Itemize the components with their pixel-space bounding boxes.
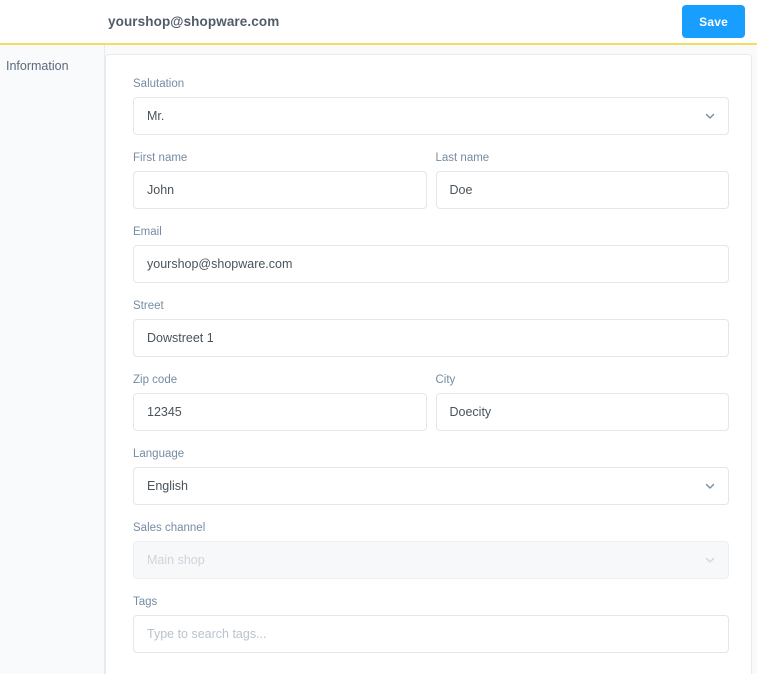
header-actions: Save	[682, 5, 745, 38]
last-name-label: Last name	[435, 152, 490, 164]
field-language: Language English	[133, 447, 729, 505]
admin-page: yourshop@shopware.com Save Information S…	[0, 0, 757, 674]
email-value: yourshop@shopware.com	[147, 257, 293, 271]
field-email: Email yourshop@shopware.com	[133, 225, 729, 283]
street-input[interactable]: Dowstreet 1	[133, 319, 729, 357]
zip-code-input[interactable]: 12345	[133, 393, 427, 431]
main-content: Salutation Mr. First name John Last name…	[105, 45, 757, 674]
language-value: English	[147, 479, 188, 493]
name-row: First name John Last name Doe	[133, 151, 729, 209]
page-header: yourshop@shopware.com Save	[0, 0, 757, 45]
field-last-name: Last name Doe	[435, 151, 729, 209]
page-title: yourshop@shopware.com	[108, 14, 280, 29]
city-label: City	[435, 374, 456, 386]
city-value: Doecity	[449, 405, 492, 419]
language-label: Language	[133, 448, 185, 460]
language-select[interactable]: English	[133, 467, 729, 505]
chevron-down-icon	[704, 110, 716, 122]
field-street: Street Dowstreet 1	[133, 299, 729, 357]
save-button[interactable]: Save	[682, 5, 745, 38]
field-first-name: First name John	[133, 151, 427, 209]
field-salutation: Salutation Mr.	[133, 77, 729, 135]
field-tags: Tags Type to search tags...	[133, 595, 729, 653]
email-input[interactable]: yourshop@shopware.com	[133, 245, 729, 283]
street-label: Street	[133, 300, 164, 312]
sidebar: Information	[0, 45, 105, 674]
sales-channel-value: Main shop	[147, 553, 205, 567]
last-name-input[interactable]: Doe	[435, 171, 729, 209]
first-name-input[interactable]: John	[133, 171, 427, 209]
tags-label: Tags	[133, 596, 158, 608]
page-body: Information Salutation Mr. First name Jo…	[0, 45, 757, 674]
sales-channel-label: Sales channel	[133, 522, 206, 534]
information-card: Salutation Mr. First name John Last name…	[105, 54, 752, 674]
tags-input[interactable]: Type to search tags...	[133, 615, 729, 653]
chevron-down-icon	[704, 554, 716, 566]
salutation-label: Salutation	[133, 78, 185, 90]
salutation-select[interactable]: Mr.	[133, 97, 729, 135]
city-input[interactable]: Doecity	[435, 393, 729, 431]
email-label: Email	[133, 226, 162, 238]
tags-placeholder: Type to search tags...	[147, 627, 267, 641]
first-name-label: First name	[133, 152, 188, 164]
last-name-value: Doe	[449, 183, 473, 197]
zip-city-row: Zip code 12345 City Doecity	[133, 373, 729, 431]
first-name-value: John	[147, 183, 175, 197]
zip-code-value: 12345	[147, 405, 182, 419]
field-zip-code: Zip code 12345	[133, 373, 427, 431]
field-city: City Doecity	[435, 373, 729, 431]
field-sales-channel: Sales channel Main shop	[133, 521, 729, 579]
sidebar-item-information[interactable]: Information	[6, 58, 104, 75]
sales-channel-select: Main shop	[133, 541, 729, 579]
salutation-value: Mr.	[147, 109, 165, 123]
chevron-down-icon	[704, 480, 716, 492]
street-value: Dowstreet 1	[147, 331, 214, 345]
zip-code-label: Zip code	[133, 374, 178, 386]
